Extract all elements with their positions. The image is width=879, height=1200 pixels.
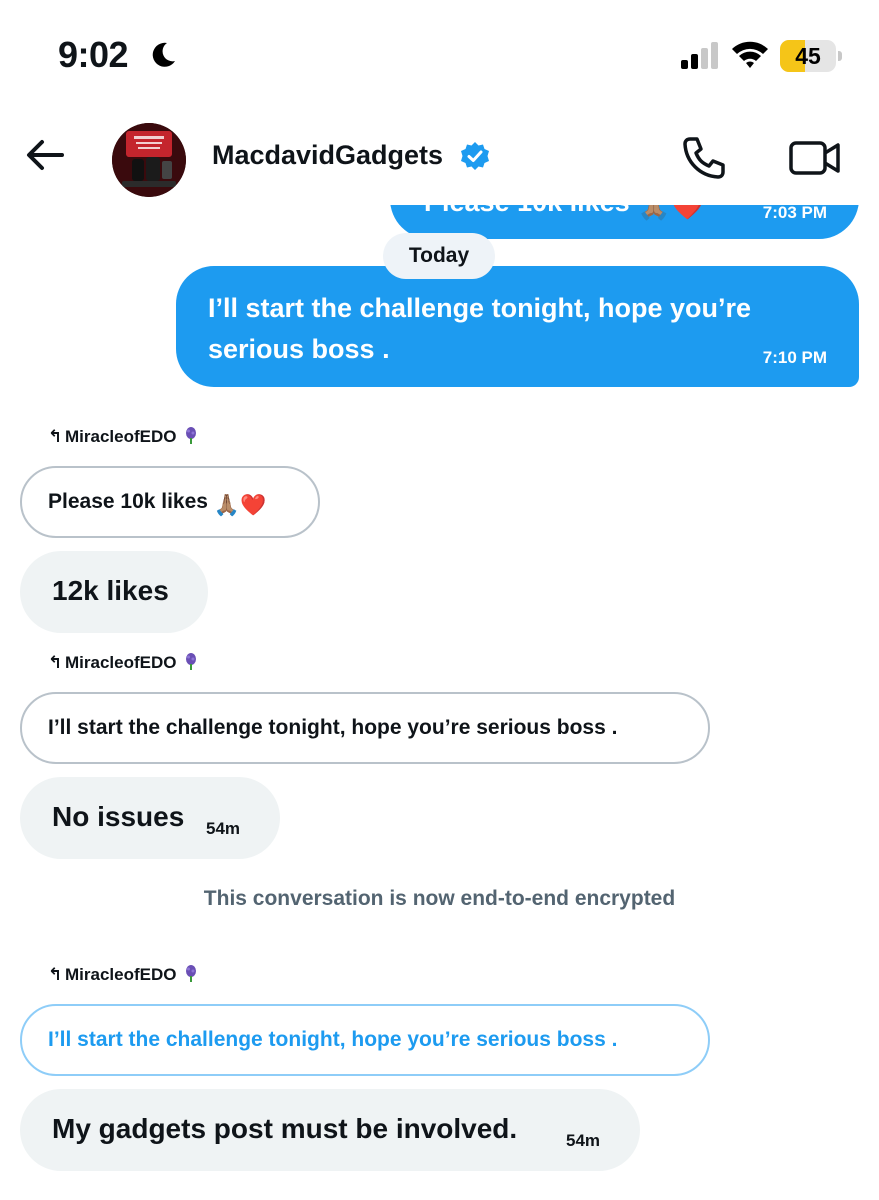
- previous-message-text-content: Please 10k likes: [424, 205, 630, 217]
- reply-arrow-icon: ↰: [48, 965, 63, 984]
- conversation-header: MacdavidGadgets: [0, 110, 879, 205]
- incoming-message-time: 54m: [206, 819, 241, 838]
- cellular-signal-icon: [681, 42, 718, 69]
- status-time: 9:02: [58, 34, 129, 75]
- incoming-message-time: 54m: [566, 1131, 601, 1150]
- back-arrow-icon[interactable]: [22, 132, 68, 178]
- status-bar: 9:02 45: [0, 0, 879, 110]
- message-list[interactable]: Please 10k likes 🙏🏽❤️ 7:03 PM Today I’ll…: [0, 205, 879, 1200]
- outgoing-message-time: 7:10 PM: [762, 348, 827, 367]
- hyacinth-icon: [186, 965, 197, 982]
- moon-icon: [152, 42, 175, 67]
- reply-to-name: MiracleofEDO: [65, 965, 177, 984]
- avatar-image: [112, 123, 186, 197]
- battery-indicator: 45: [780, 40, 842, 72]
- incoming-message[interactable]: 12k likes: [20, 551, 208, 633]
- video-camera-icon[interactable]: [788, 138, 842, 178]
- reply-to-name: MiracleofEDO: [65, 653, 177, 672]
- hyacinth-icon: [186, 653, 197, 670]
- verified-badge-icon: [461, 142, 489, 170]
- quoted-text: Please 10k likes 🙏🏽❤️: [48, 490, 266, 518]
- outgoing-message-text: I’ll start the challenge tonight, hope y…: [208, 293, 752, 364]
- reply-context: ↰ MiracleofEDO: [48, 653, 198, 673]
- incoming-message-text: My gadgets post must be involved.: [52, 1113, 518, 1144]
- quoted-text-content: Please 10k likes: [48, 490, 208, 513]
- phone-icon[interactable]: [680, 134, 728, 182]
- reply-context: ↰ MiracleofEDO: [48, 427, 198, 447]
- hyacinth-icon: [186, 427, 197, 444]
- encryption-notice: This conversation is now end-to-end encr…: [203, 887, 676, 910]
- folded-hands-icon: 🙏🏽: [637, 205, 671, 221]
- incoming-message-text: No issues: [52, 801, 185, 832]
- red-heart-icon: ❤️: [239, 494, 267, 517]
- date-separator: Today: [383, 233, 495, 279]
- quoted-message[interactable]: I’ll start the challenge tonight, hope y…: [20, 692, 710, 764]
- quoted-text: I’ll start the challenge tonight, hope y…: [48, 716, 618, 739]
- contact-name[interactable]: MacdavidGadgets: [212, 140, 443, 171]
- previous-message-time: 7:03 PM: [762, 205, 827, 222]
- reply-context: ↰ MiracleofEDO: [48, 965, 198, 985]
- quoted-message[interactable]: Please 10k likes 🙏🏽❤️: [20, 466, 320, 538]
- quoted-text: I’ll start the challenge tonight, hope y…: [48, 1028, 618, 1051]
- wifi-icon: [732, 41, 768, 68]
- red-heart-icon: ❤️: [670, 205, 705, 221]
- quoted-message[interactable]: I’ll start the challenge tonight, hope y…: [20, 1004, 710, 1076]
- folded-hands-icon: 🙏🏽: [213, 494, 240, 517]
- previous-message-text: Please 10k likes 🙏🏽❤️: [424, 205, 704, 222]
- outgoing-message[interactable]: I’ll start the challenge tonight, hope y…: [176, 266, 859, 387]
- incoming-message[interactable]: My gadgets post must be involved. 54m: [20, 1089, 640, 1171]
- incoming-message-text: 12k likes: [52, 575, 169, 606]
- reply-to-name: MiracleofEDO: [65, 427, 177, 446]
- reply-arrow-icon: ↰: [48, 427, 63, 446]
- battery-percent: 45: [795, 43, 821, 69]
- reply-arrow-icon: ↰: [48, 653, 63, 672]
- incoming-message[interactable]: No issues 54m: [20, 777, 280, 859]
- avatar[interactable]: [112, 123, 186, 197]
